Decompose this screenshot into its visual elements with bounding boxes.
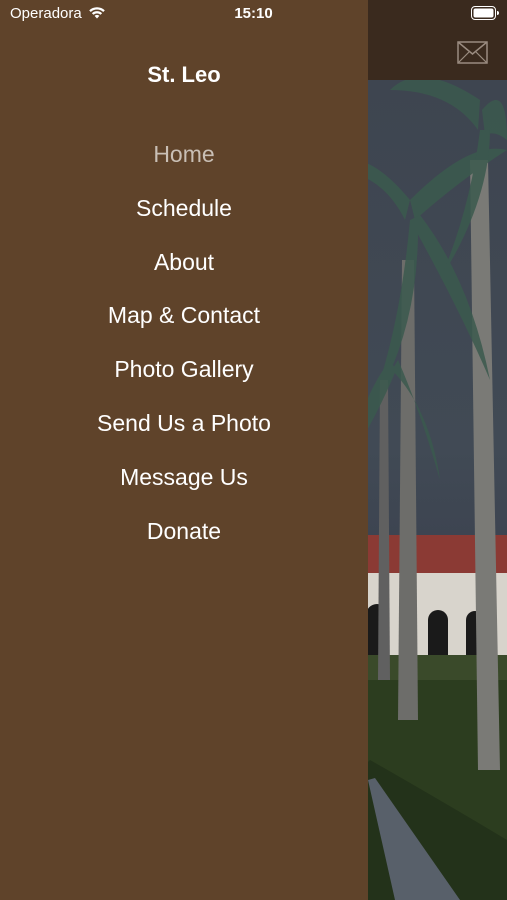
status-time: 15:10 — [234, 5, 273, 22]
menu-item-photo-gallery[interactable]: Photo Gallery — [0, 343, 368, 397]
menu-item-home[interactable]: Home — [0, 128, 368, 182]
drawer-menu: Home Schedule About Map & Contact Photo … — [0, 128, 368, 558]
drawer-title: St. Leo — [147, 62, 221, 87]
menu-item-map-contact[interactable]: Map & Contact — [0, 289, 368, 343]
menu-item-message-us[interactable]: Message Us — [0, 451, 368, 505]
menu-item-donate[interactable]: Donate — [0, 505, 368, 559]
status-bar: Operadora 15:10 — [0, 0, 507, 28]
menu-item-about[interactable]: About — [0, 236, 368, 290]
menu-item-send-photo[interactable]: Send Us a Photo — [0, 397, 368, 451]
side-drawer: St. Leo Home Schedule About Map & Contac… — [0, 0, 368, 900]
battery-icon — [471, 6, 499, 20]
menu-item-schedule[interactable]: Schedule — [0, 182, 368, 236]
envelope-icon[interactable] — [457, 41, 488, 64]
